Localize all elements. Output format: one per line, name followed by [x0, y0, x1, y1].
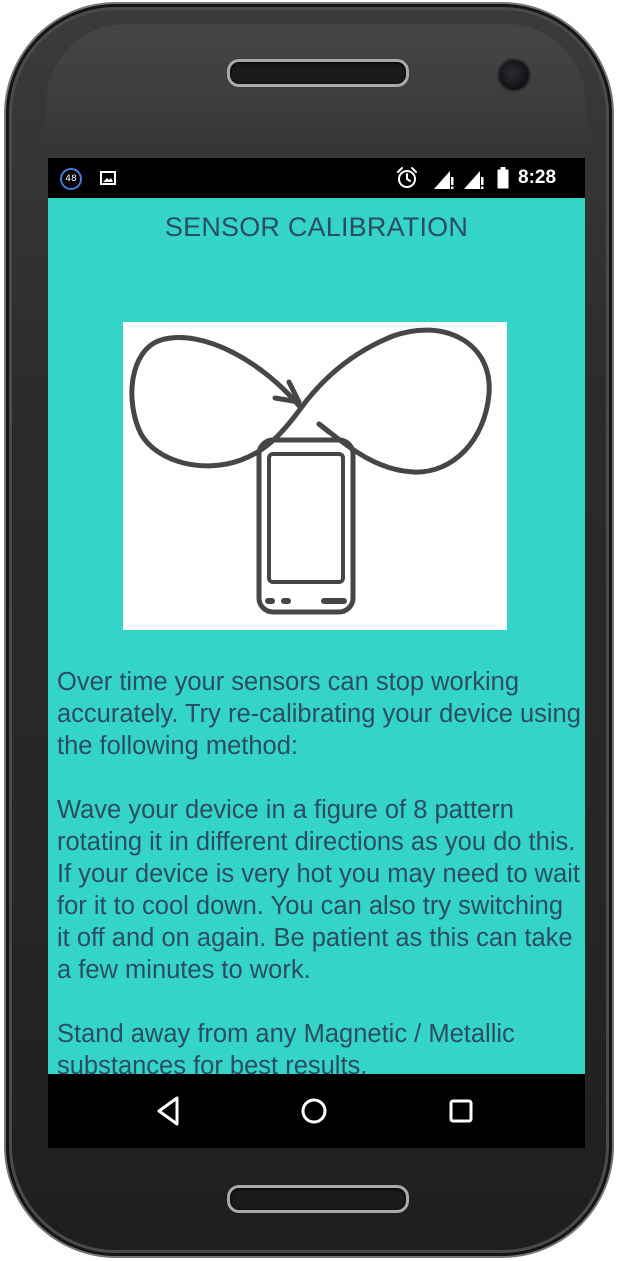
bottom-speaker-grille	[227, 1185, 409, 1213]
signal-icon	[434, 171, 454, 189]
instructions-paragraph: Stand away from any Magnetic / Metallic …	[57, 1020, 515, 1074]
status-bar: 48 8:28	[48, 158, 585, 198]
phone-sheen	[46, 24, 586, 164]
page-title: SENSOR CALIBRATION	[164, 212, 469, 242]
top-speaker-grille	[227, 59, 409, 87]
figure-eight-phone-calibration-icon	[123, 322, 507, 630]
image-notification-icon	[100, 171, 116, 185]
battery-icon	[497, 167, 509, 189]
instructions-text: Over time your sensors can stop working …	[57, 666, 581, 1074]
recent-apps-icon[interactable]	[444, 1094, 478, 1128]
notification-count-badge: 48	[60, 168, 82, 190]
signal-icon	[464, 171, 484, 189]
back-icon[interactable]	[153, 1094, 187, 1128]
status-time: 8:28	[518, 167, 557, 188]
instructions-paragraph: Wave your device in a figure of 8 patter…	[57, 796, 580, 984]
phone-screen: 48 8:28 SENSOR CALIBRATION Over time you…	[48, 158, 585, 1148]
front-camera	[499, 60, 529, 90]
home-icon[interactable]	[297, 1094, 331, 1128]
instructions-paragraph: Over time your sensors can stop working …	[57, 668, 581, 760]
alarm-icon	[397, 167, 417, 188]
calibration-screen[interactable]: SENSOR CALIBRATION Over time your sensor…	[48, 198, 585, 1074]
navigation-bar	[48, 1074, 585, 1148]
